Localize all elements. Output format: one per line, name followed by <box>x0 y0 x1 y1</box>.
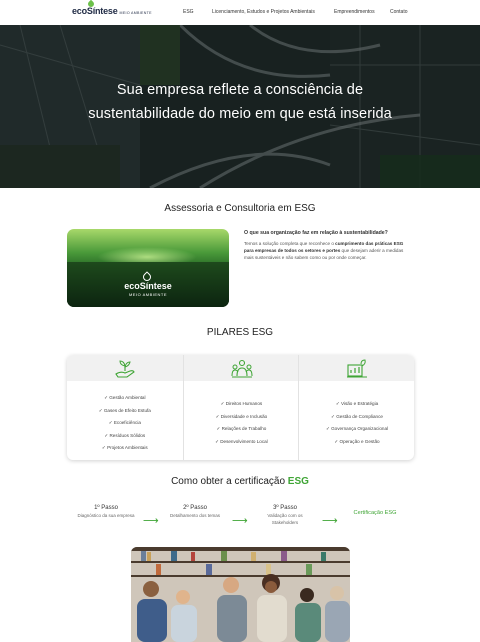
arrow-right-icon: ⟶ <box>232 515 248 527</box>
team-meeting-illustration <box>131 547 350 642</box>
hero-banner: Sua empresa reflete a consciência de sus… <box>0 25 480 188</box>
hero-title-line2: sustentabilidade do meio em que está ins… <box>88 106 392 122</box>
hand-plant-icon <box>115 360 135 378</box>
assessoria-title: Assessoria e Consultoria em ESG <box>164 203 316 214</box>
sustainability-question: O que sua organização faz em relação à s… <box>244 230 388 236</box>
step-description: Diagnóstico da sua empresa <box>77 513 135 518</box>
nav-link-licenciamento[interactable]: Licenciamento, Estudos e Projetos Ambien… <box>212 9 315 15</box>
nav-link-esg[interactable]: ESG <box>183 9 194 15</box>
pilar-item: Operação e Gestão <box>299 436 414 449</box>
step-description: Detalhamento dos temas <box>169 513 221 518</box>
step-title: 2º Passo <box>183 505 207 511</box>
step-3: 3º Passo Validação com os Stakeholders <box>254 505 316 526</box>
governance-chart-icon <box>347 359 368 378</box>
step-title: 3º Passo <box>273 505 297 511</box>
pilar-item: Visão e Estratégia <box>299 398 414 411</box>
pilar-item: Gestão de Compliance <box>299 411 414 424</box>
pilar-item: Projetos Ambientais <box>67 442 183 455</box>
step-title: 1º Passo <box>94 505 118 511</box>
top-navbar: ecoSíntese MEIO AMBIENTE ESG Licenciamen… <box>0 0 480 25</box>
nav-link-empreendimentos[interactable]: Empreendimentos <box>334 9 375 15</box>
pilar-social: Direitos Humanos Diversidade e Inclusão … <box>182 355 300 460</box>
pilar-item: Direitos Humanos <box>184 398 300 411</box>
banner-logo-subtitle: MEIO AMBIENTE <box>128 292 168 297</box>
pilar-item: Relações de Trabalho <box>184 423 300 436</box>
pilar-item: Desenvolvimento Local <box>184 436 300 449</box>
pilar-item: Gases de Efeito Estufa <box>67 405 183 418</box>
certificacao-final: Certificação ESG <box>353 510 397 516</box>
pilar-item: Resíduos Sólidos <box>67 430 183 443</box>
pilar-item: Gestão Ambiental <box>67 392 183 405</box>
pilar-item: Ecoeficiência <box>67 417 183 430</box>
team-photo <box>131 547 350 642</box>
hero-title-line1: Sua empresa reflete a consciência de <box>116 82 364 98</box>
step-description: Validação com os Stakeholders <box>267 513 303 525</box>
arrow-right-icon: ⟶ <box>143 515 159 527</box>
pilar-item: Governança Organizacional <box>299 423 414 436</box>
logo-subtitle: MEIO AMBIENTE <box>119 11 152 15</box>
brand-banner-image: ecoSíntese MEIO AMBIENTE <box>67 229 229 307</box>
people-group-icon <box>231 359 253 378</box>
site-logo[interactable]: ecoSíntese MEIO AMBIENTE <box>72 0 152 16</box>
pilar-environmental: Gestão Ambiental Gases de Efeito Estufa … <box>67 355 183 460</box>
logo-text: ecoSíntese <box>72 6 118 16</box>
nav-link-contato[interactable]: Contato <box>390 9 408 15</box>
pilar-governance: Visão e Estratégia Gestão de Compliance … <box>298 355 414 460</box>
certificacao-accent: ESG <box>287 476 309 487</box>
certificacao-title: Como obter a certificação ESG <box>171 476 309 487</box>
pilares-card: Gestão Ambiental Gases de Efeito Estufa … <box>67 355 414 460</box>
arrow-right-icon: ⟶ <box>322 515 338 527</box>
assessoria-description: Temos a solução completa que reconhece o… <box>244 241 404 261</box>
pilar-item: Diversidade e Inclusão <box>184 411 300 424</box>
banner-logo-text: ecoSíntese <box>124 281 172 291</box>
step-1: 1º Passo Diagnóstico da sua empresa <box>75 505 137 520</box>
pilares-title: PILARES ESG <box>206 327 274 338</box>
step-2: 2º Passo Detalhamento dos temas <box>164 505 226 520</box>
